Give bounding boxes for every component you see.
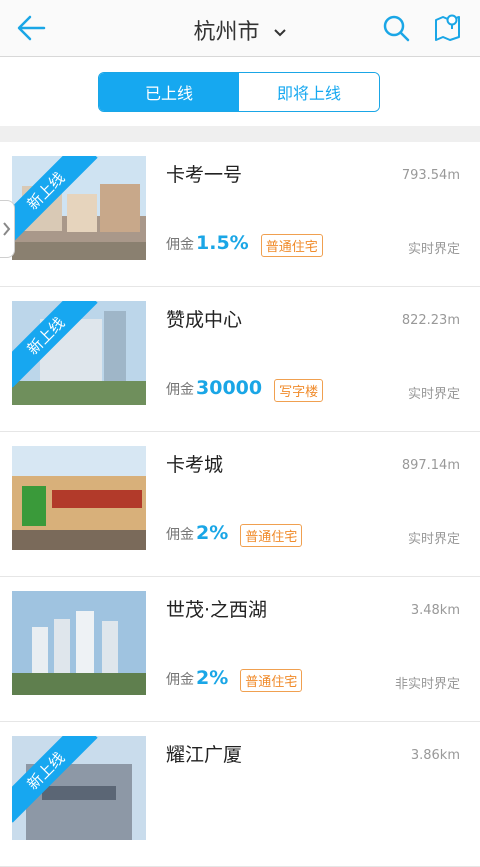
property-thumbnail: 新上线 xyxy=(12,736,146,840)
commission-label: 佣金 xyxy=(166,237,194,253)
property-thumbnail xyxy=(12,591,146,695)
commission: 佣金 2% 普通住宅 xyxy=(166,667,303,692)
distance: 3.48km xyxy=(410,603,460,618)
commission: 佣金 1.5% 普通住宅 xyxy=(166,232,323,257)
tab-upcoming[interactable]: 即将上线 xyxy=(239,73,379,111)
top-bar: 杭州市 xyxy=(0,0,480,57)
property-thumbnail: 新上线 xyxy=(12,156,146,260)
status-text: 实时界定 xyxy=(407,532,460,547)
property-thumbnail: 新上线 xyxy=(12,301,146,405)
search-icon[interactable] xyxy=(380,12,412,44)
building-image xyxy=(12,591,146,695)
status-text: 实时界定 xyxy=(407,387,460,402)
tab-online[interactable]: 已上线 xyxy=(99,73,239,111)
section-divider xyxy=(0,126,480,142)
commission-label: 佣金 xyxy=(166,382,194,398)
property-type-tag: 普通住宅 xyxy=(240,668,303,692)
property-type-tag: 普通住宅 xyxy=(260,233,323,257)
commission: 佣金 2% 普通住宅 xyxy=(166,522,303,547)
commission-value: 30000 xyxy=(196,377,263,399)
distance: 793.54m xyxy=(401,168,460,183)
list-item[interactable]: 新上线 耀江广厦 3.86km xyxy=(0,722,480,867)
property-name: 赞成中心 xyxy=(166,309,243,331)
chevron-down-icon xyxy=(273,29,286,37)
property-name: 卡考城 xyxy=(166,454,224,476)
distance: 897.14m xyxy=(401,458,460,473)
chevron-right-icon xyxy=(3,222,11,236)
property-name: 耀江广厦 xyxy=(166,744,243,766)
status-tab-group: 已上线 即将上线 xyxy=(98,72,380,112)
status-text: 非实时界定 xyxy=(394,677,460,692)
commission: 佣金 30000 写字楼 xyxy=(166,377,324,402)
commission-label: 佣金 xyxy=(166,527,194,543)
distance: 3.86km xyxy=(410,748,460,763)
building-image xyxy=(12,446,146,550)
property-thumbnail xyxy=(12,446,146,550)
side-drawer-handle[interactable] xyxy=(0,200,15,258)
property-type-tag: 写字楼 xyxy=(274,378,324,402)
status-text: 实时界定 xyxy=(407,242,460,257)
list-item[interactable]: 卡考城 897.14m 佣金 2% 普通住宅 实时界定 xyxy=(0,432,480,577)
commission-value: 1.5% xyxy=(196,232,249,254)
property-name: 世茂·之西湖 xyxy=(166,599,268,621)
listing-list: 新上线 卡考一号 793.54m 佣金 1.5% 普通住宅 实时界定 新上线 赞成中… xyxy=(0,142,480,867)
list-item[interactable]: 新上线 赞成中心 822.23m 佣金 30000 写字楼 实时界定 xyxy=(0,287,480,432)
commission-value: 2% xyxy=(196,667,229,689)
commission-label: 佣金 xyxy=(166,672,194,688)
distance: 822.23m xyxy=(401,313,460,328)
property-name: 卡考一号 xyxy=(166,164,243,186)
property-type-tag: 普通住宅 xyxy=(240,523,303,547)
list-item[interactable]: 世茂·之西湖 3.48km 佣金 2% 普通住宅 非实时界定 xyxy=(0,577,480,722)
city-name: 杭州市 xyxy=(193,20,260,45)
list-item[interactable]: 新上线 卡考一号 793.54m 佣金 1.5% 普通住宅 实时界定 xyxy=(0,142,480,287)
commission-value: 2% xyxy=(196,522,229,544)
map-location-icon[interactable] xyxy=(432,10,466,44)
